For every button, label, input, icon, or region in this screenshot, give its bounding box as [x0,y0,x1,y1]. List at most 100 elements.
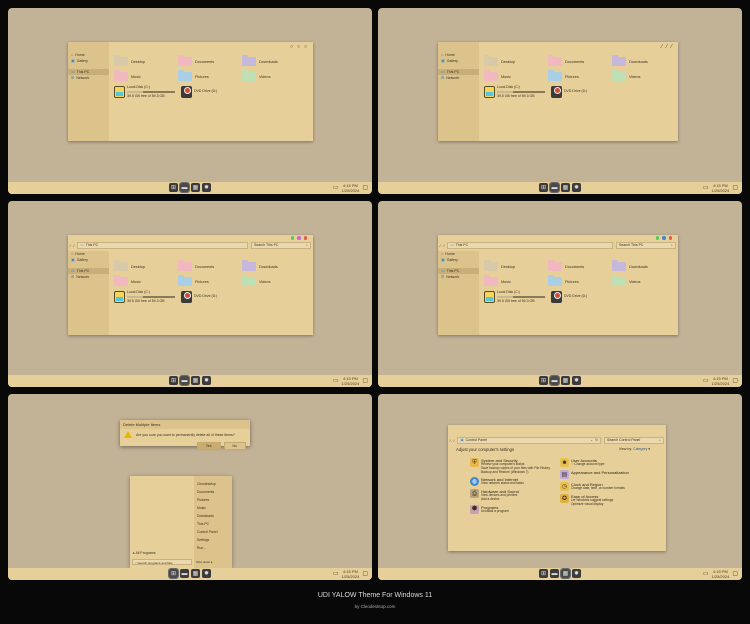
folder-desktop[interactable]: Desktop [484,260,548,272]
start-button[interactable]: ⊞ [169,376,178,385]
search-input[interactable]: Search Control Panel ⌕ [604,436,664,444]
folder-downloads[interactable]: Downloads [242,260,306,272]
minimize-icon[interactable]: ○ [290,44,293,50]
taskbar-control-panel[interactable]: ▦ [560,568,571,579]
folder-music[interactable]: Music [484,70,548,82]
notification-icon[interactable]: ▢ [732,571,738,577]
drive-local-c[interactable]: Local Disk (C:) 39.5 GB free of 59.3 GB [484,85,545,98]
back-icon[interactable]: ⁄ [450,438,451,443]
folder-desktop[interactable]: Desktop [114,55,178,67]
address-bar[interactable]: ▭ This PC [77,241,248,249]
start-item-music[interactable]: Music [194,504,232,512]
start-search-input[interactable]: ⌕ Search programs and files [132,559,192,565]
folder-documents[interactable]: Documents [548,260,612,272]
start-item-settings[interactable]: Settings [194,536,232,544]
refresh-icon[interactable]: ↻ [595,438,598,442]
sidebar-item-network[interactable]: ⊞ Network [68,274,109,280]
folder-music[interactable]: Music [114,70,178,82]
maximize-icon[interactable] [662,236,666,240]
shutdown-button[interactable]: Shut down ▸ [196,559,213,565]
forward-icon[interactable]: ⁄ [454,438,455,443]
folder-pictures[interactable]: Pictures [548,275,612,287]
address-bar[interactable]: ▭ This PC [447,241,613,249]
notification-icon[interactable]: ▢ [362,185,368,191]
start-button[interactable]: ⊞ [169,183,178,192]
taskbar-explorer[interactable]: ▬ [179,375,190,386]
drive-dvd-d[interactable]: DVD Drive (D:) [181,290,217,303]
taskbar-settings[interactable]: ✹ [572,569,581,578]
folder-videos[interactable]: Videos [612,275,676,287]
search-input[interactable]: Search This PC ⌕ [251,241,311,249]
notification-icon[interactable]: ▢ [732,378,738,384]
category-system-security[interactable]: ⛨ System and Security Review your comput… [470,458,558,474]
back-icon[interactable]: ⁄ [440,243,441,248]
chevron-down-icon[interactable]: ▾ [648,447,650,451]
folder-videos[interactable]: Videos [242,70,306,82]
category-hardware-sound[interactable]: ⎙ Hardware and Sound View devices and pr… [470,489,558,502]
folder-videos[interactable]: Videos [242,275,306,287]
taskbar-app[interactable]: ▦ [561,376,570,385]
drive-dvd-d[interactable]: DVD Drive (D:) [551,85,587,98]
view-by-select[interactable]: Category [633,447,647,451]
taskbar-app[interactable]: ▦ [191,183,200,192]
minimize-icon[interactable] [655,236,659,240]
category-programs[interactable]: ⬢ Programs Uninstall a program [470,504,558,514]
folder-desktop[interactable]: Desktop [484,55,548,67]
search-input[interactable]: Search This PC ⌕ [616,241,676,249]
clock[interactable]: 4:15 PM 1/25/2024 [342,376,360,386]
taskbar-settings[interactable]: ✹ [572,183,581,192]
forward-icon[interactable]: ⁄ [444,243,445,248]
no-button[interactable]: No [223,442,246,450]
notification-icon[interactable]: ▢ [362,378,368,384]
drive-local-c[interactable]: Local Disk (C:) 39.5 GB free of 59.3 GB [114,290,175,303]
folder-videos[interactable]: Videos [612,70,676,82]
drive-dvd-d[interactable]: DVD Drive (D:) [551,290,587,303]
clock[interactable]: 4:15 PM 1/25/2024 [712,569,730,579]
category-ease-of-access[interactable]: ✪ Ease of Access Let Windows suggest set… [560,494,648,507]
start-button[interactable]: ⊞ [539,569,548,578]
taskbar-explorer[interactable]: ▬ [180,569,189,578]
category-appearance[interactable]: ▤ Appearance and Personalization [560,470,648,479]
sidebar-item-network[interactable]: ⊞ Network [68,75,109,81]
taskbar-app[interactable]: ▦ [191,376,200,385]
folder-downloads[interactable]: Downloads [242,55,306,67]
folder-music[interactable]: Music [484,275,548,287]
taskbar-app[interactable]: ▦ [191,569,200,578]
taskbar-explorer[interactable]: ▬ [549,182,560,193]
minimize-icon[interactable] [290,236,294,240]
clock[interactable]: 4:15 PM 1/25/2024 [342,183,360,193]
clock[interactable]: 4:15 PM 1/25/2024 [712,376,730,386]
category-clock-region[interactable]: ◷ Clock and Region Change date, time, or… [560,482,648,491]
clock[interactable]: 4:15 PM 1/25/2024 [712,183,730,193]
network-tray-icon[interactable]: ▭ [703,378,709,384]
folder-pictures[interactable]: Pictures [178,275,242,287]
start-button[interactable]: ⊞ [168,568,179,579]
folder-downloads[interactable]: Downloads [612,260,676,272]
taskbar-settings[interactable]: ✹ [572,376,581,385]
minimize-icon[interactable]: ⁄ [661,44,662,50]
back-icon[interactable]: ⁄ [70,243,71,248]
start-item-downloads[interactable]: Downloads [194,512,232,520]
network-tray-icon[interactable]: ▭ [703,185,709,191]
folder-documents[interactable]: Documents [178,55,242,67]
sidebar-item-network[interactable]: ⊞ Network [438,75,479,81]
chevron-down-icon[interactable]: ⌄ [590,438,593,442]
maximize-icon[interactable]: ⁄ [666,44,667,50]
taskbar-explorer[interactable]: ▬ [549,375,560,386]
clock[interactable]: 4:15 PM 1/25/2024 [342,569,360,579]
folder-music[interactable]: Music [114,275,178,287]
start-button[interactable]: ⊞ [539,183,548,192]
taskbar-settings[interactable]: ✹ [202,376,211,385]
forward-icon[interactable]: ⁄ [74,243,75,248]
taskbar-app[interactable]: ▦ [561,183,570,192]
address-bar[interactable]: ▣ Control Panel ⌄ ↻ [457,436,601,444]
drive-dvd-d[interactable]: DVD Drive (D:) [181,85,217,98]
start-item-documents[interactable]: Documents [194,488,232,496]
maximize-icon[interactable] [297,236,301,240]
close-icon[interactable] [668,236,672,240]
yes-button[interactable]: Yes [196,442,221,450]
close-icon[interactable] [303,236,307,240]
folder-downloads[interactable]: Downloads [612,55,676,67]
drive-local-c[interactable]: Local Disk (C:) 39.5 GB free of 59.3 GB [484,290,545,303]
network-tray-icon[interactable]: ▭ [333,185,339,191]
